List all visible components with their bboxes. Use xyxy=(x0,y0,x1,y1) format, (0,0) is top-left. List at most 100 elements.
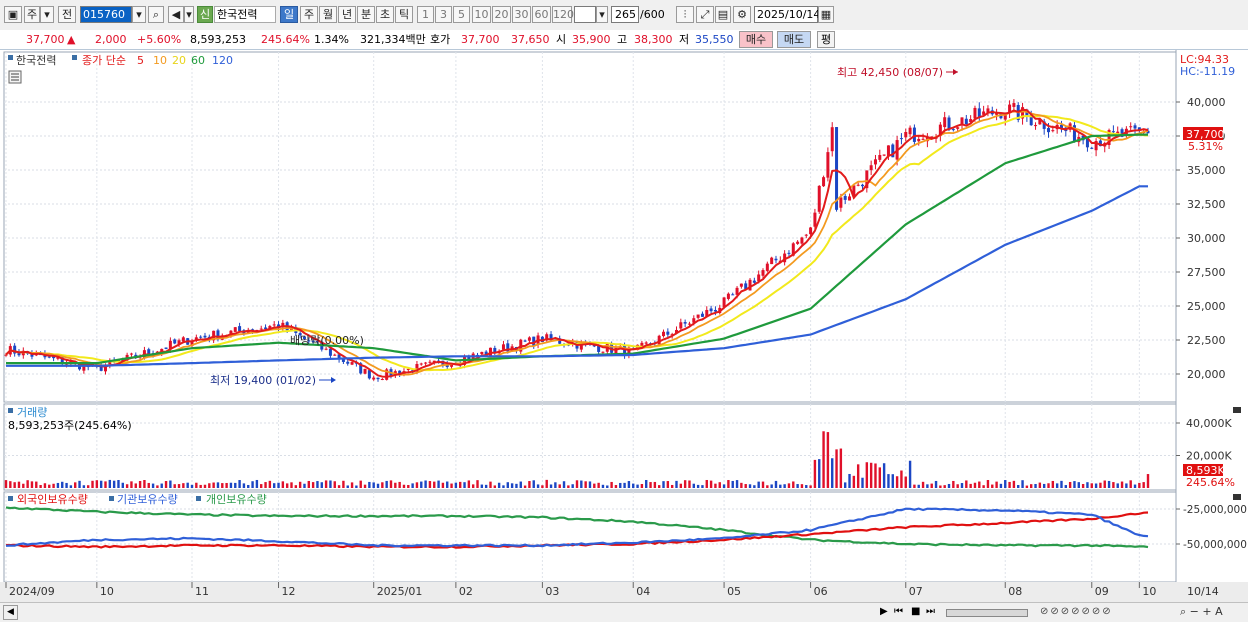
volume-bar xyxy=(251,481,254,488)
x-tick-label: 04 xyxy=(636,585,650,598)
candle-body xyxy=(523,340,527,342)
turnover-rate: 1.34% xyxy=(314,33,349,46)
volume-bar xyxy=(147,482,150,488)
volume-bar xyxy=(1060,480,1063,488)
scroll-left-icon[interactable]: ◀ xyxy=(3,605,18,620)
volume-bar xyxy=(117,480,120,488)
volume-bar xyxy=(420,481,423,488)
volume-bar xyxy=(908,460,912,488)
volume-bar xyxy=(303,483,306,488)
sell-button[interactable]: 매도 xyxy=(777,31,811,48)
legend-institution[interactable]: 기관보유수량 xyxy=(117,493,178,506)
legend-ma20[interactable]: 20 xyxy=(172,54,186,67)
volume-bar xyxy=(26,480,29,488)
save-icon[interactable]: ▤ xyxy=(715,6,731,23)
candle-body xyxy=(346,361,350,364)
volume-bar xyxy=(632,483,635,488)
volume-panel-close-icon[interactable] xyxy=(1233,407,1241,413)
fast-forward-icon[interactable]: ⏭ xyxy=(926,605,940,618)
speaker-dropdown-icon[interactable]: ▾ xyxy=(184,6,194,23)
rewind-icon[interactable]: ⏮ xyxy=(894,605,908,618)
compare-icon[interactable]: ⤢ xyxy=(696,6,714,23)
period-minute-tab[interactable]: 분 xyxy=(357,6,375,23)
date-input[interactable]: 2025/10/14 xyxy=(754,6,820,23)
volume-bar xyxy=(692,483,695,488)
volume-bar xyxy=(82,485,86,488)
volume-bar xyxy=(121,482,124,488)
custom-minute-input[interactable] xyxy=(574,6,596,23)
play-icon[interactable]: ▶ xyxy=(880,605,892,618)
candle-body xyxy=(1129,126,1133,128)
zoom-controls[interactable]: ⌕ − + A xyxy=(1180,605,1244,618)
volume-bar xyxy=(454,482,458,488)
candle-body xyxy=(826,152,830,178)
jeon-button[interactable]: 전 xyxy=(58,6,76,23)
count-input[interactable]: 265 xyxy=(611,6,639,23)
chart-scrollbar[interactable]: ◀ ▶ ⏮ ■ ⏭ ⊘⊘⊘⊘⊘⊘⊘ ⌕ − + A xyxy=(0,602,1248,622)
speaker-icon[interactable]: ◀ xyxy=(168,6,184,23)
speed-slider[interactable] xyxy=(946,609,1028,617)
volume-bar xyxy=(234,482,237,488)
candle-body xyxy=(683,322,687,324)
custom-minute-dropdown-icon[interactable]: ▾ xyxy=(596,6,608,23)
volume-bar xyxy=(614,485,618,488)
volume-bar xyxy=(285,483,289,488)
period-week-tab[interactable]: 주 xyxy=(300,6,318,23)
volume-bar xyxy=(277,482,280,488)
minute-10-button[interactable]: 10 xyxy=(472,6,491,23)
buy-button[interactable]: 매수 xyxy=(739,31,773,48)
tool-icons[interactable]: ⊘⊘⊘⊘⊘⊘⊘ xyxy=(1040,605,1160,618)
holding-panel-close-icon[interactable] xyxy=(1233,494,1241,500)
minute-1-button[interactable]: 1 xyxy=(417,6,434,23)
legend-ma120[interactable]: 120 xyxy=(212,54,233,67)
window-icon[interactable]: ▣ xyxy=(4,6,22,23)
chevron-down-icon[interactable]: ▾ xyxy=(40,6,54,23)
volume-bar xyxy=(874,463,877,488)
volume-bar xyxy=(48,484,51,488)
volume-bar xyxy=(134,483,137,488)
legend-individual[interactable]: 개인보유수량 xyxy=(206,493,267,506)
search-icon[interactable]: ⌕ xyxy=(148,6,164,23)
x-tick-label: 11 xyxy=(195,585,209,598)
minute-30-button[interactable]: 30 xyxy=(512,6,531,23)
period-tick-tab[interactable]: 틱 xyxy=(395,6,413,23)
minute-5-button[interactable]: 5 xyxy=(453,6,470,23)
volume-bar xyxy=(502,485,505,488)
minute-120-button[interactable]: 120 xyxy=(552,6,574,23)
period-year-tab[interactable]: 년 xyxy=(338,6,356,23)
candle-icon[interactable]: ⫶ xyxy=(676,6,694,23)
volume-bar xyxy=(571,484,574,488)
volume-bar xyxy=(969,483,972,488)
legend-ma10[interactable]: 10 xyxy=(153,54,167,67)
volume-bar xyxy=(688,480,691,488)
legend-stock-name[interactable]: 한국전력 xyxy=(16,54,56,67)
volume-bar xyxy=(1142,482,1145,488)
legend-foreign[interactable]: 외국인보유수량 xyxy=(17,493,88,506)
gear-icon[interactable]: ⚙ xyxy=(733,6,751,23)
minute-20-button[interactable]: 20 xyxy=(492,6,511,23)
ju-button[interactable]: 주 xyxy=(24,6,40,23)
chart-area[interactable]: 40,00037,50035,00032,50030,00027,50025,0… xyxy=(0,50,1248,602)
legend-ma-title[interactable]: 종가 단순 xyxy=(82,54,126,67)
code-dropdown-icon[interactable]: ▾ xyxy=(132,6,146,23)
minute-60-button[interactable]: 60 xyxy=(532,6,551,23)
volume-title[interactable]: 거래량 xyxy=(17,406,47,419)
period-month-tab[interactable]: 월 xyxy=(319,6,337,23)
volume-bar xyxy=(1090,483,1093,488)
volume-bar xyxy=(255,479,259,488)
legend-ma60[interactable]: 60 xyxy=(191,54,205,67)
minute-3-button[interactable]: 3 xyxy=(435,6,452,23)
eval-button[interactable]: 평 xyxy=(817,31,835,48)
calendar-icon[interactable]: ▦ xyxy=(818,6,834,23)
annotation-dividend: 배당락(0.00%) xyxy=(290,334,364,347)
volume-bar xyxy=(1030,484,1033,488)
legend-ma5[interactable]: 5 xyxy=(137,54,144,67)
legend-bullet-icon xyxy=(8,496,13,501)
stock-code-input[interactable]: 015760 xyxy=(80,6,132,23)
period-second-tab[interactable]: 초 xyxy=(376,6,394,23)
stop-icon[interactable]: ■ xyxy=(911,605,923,618)
price-tick-label: 35,000 xyxy=(1187,164,1226,177)
volume-bar xyxy=(926,484,929,488)
candle-body xyxy=(687,323,691,325)
period-day-tab[interactable]: 일 xyxy=(280,6,298,23)
